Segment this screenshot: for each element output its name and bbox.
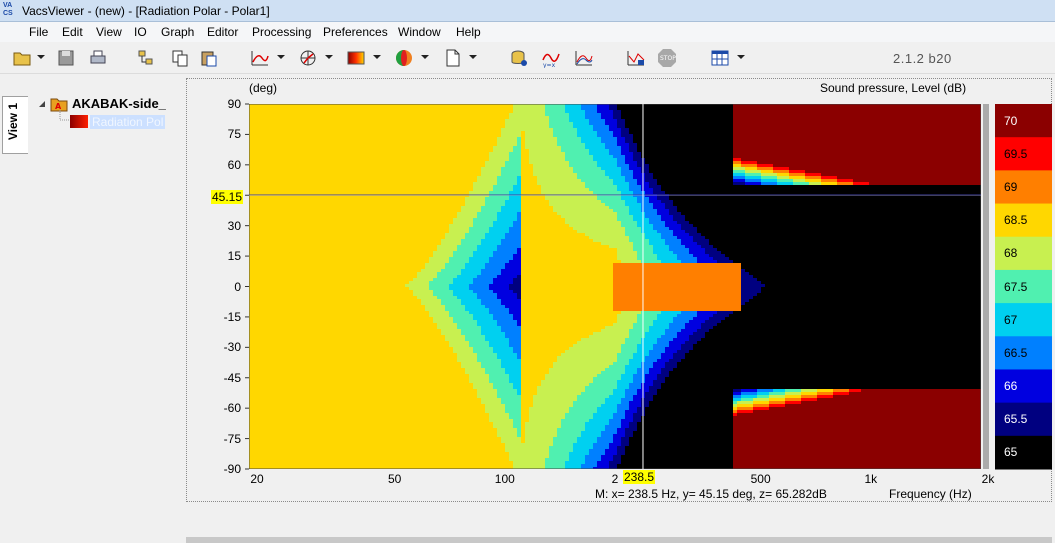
tree-child-item[interactable]: Radiation Pol	[90, 115, 166, 129]
menu-help[interactable]: Help	[456, 25, 481, 39]
menu-edit[interactable]: Edit	[62, 25, 83, 39]
menu-preferences[interactable]: Preferences	[323, 25, 388, 39]
toolbar: y=x STOP 2.1.2 b20	[0, 42, 1055, 74]
menu-io[interactable]: IO	[134, 25, 147, 39]
open-folder-icon[interactable]	[12, 48, 32, 68]
open-dropdown-icon[interactable]	[37, 55, 45, 59]
tab-view-1[interactable]: View 1	[2, 96, 28, 154]
window-layout-dropdown-icon[interactable]	[737, 55, 745, 59]
balloon-plot-dropdown-icon[interactable]	[421, 55, 429, 59]
collapse-triangle-icon[interactable]	[38, 100, 46, 108]
line-graph-icon[interactable]	[250, 48, 270, 68]
polar-graph-dropdown-icon[interactable]	[325, 55, 333, 59]
stop-icon[interactable]: STOP	[657, 48, 677, 68]
tab-view-1-label: View 1	[6, 103, 20, 140]
tree-view-icon[interactable]	[136, 48, 156, 68]
new-document-dropdown-icon[interactable]	[469, 55, 477, 59]
menu-bar: File Edit View IO Graph Editor Processin…	[0, 22, 1055, 42]
chart-panel	[186, 78, 1052, 502]
menu-window[interactable]: Window	[398, 25, 441, 39]
color-map-icon[interactable]	[346, 48, 366, 68]
app-logo-icon: VA CS	[3, 2, 19, 20]
compare-graph-icon[interactable]	[574, 48, 594, 68]
title-bar: VA CS VacsViewer - (new) - [Radiation Pol…	[0, 0, 1055, 22]
copy-icon[interactable]	[170, 48, 190, 68]
menu-editor[interactable]: Editor	[207, 25, 238, 39]
line-graph-dropdown-icon[interactable]	[277, 55, 285, 59]
menu-view[interactable]: View	[96, 25, 122, 39]
menu-processing[interactable]: Processing	[252, 25, 311, 39]
version-label: 2.1.2 b20	[893, 51, 952, 66]
window-layout-icon[interactable]	[710, 48, 730, 68]
save-icon[interactable]	[56, 48, 76, 68]
new-document-icon[interactable]	[443, 48, 463, 68]
tree-root-item[interactable]: AKABAK-side_	[72, 96, 166, 111]
radiation-polar-icon	[70, 115, 88, 128]
graph-export-icon[interactable]	[626, 48, 646, 68]
window-title: VacsViewer - (new) - [Radiation Polar - …	[22, 4, 270, 18]
color-map-dropdown-icon[interactable]	[373, 55, 381, 59]
paste-icon[interactable]	[199, 48, 219, 68]
project-tree: A AKABAK-side_ Radiation Pol	[30, 92, 180, 137]
function-graph-icon[interactable]: y=x	[541, 48, 561, 68]
menu-graph[interactable]: Graph	[161, 25, 194, 39]
print-icon[interactable]	[88, 48, 108, 68]
polar-graph-icon[interactable]	[298, 48, 318, 68]
database-icon[interactable]	[509, 48, 529, 68]
menu-file[interactable]: File	[29, 25, 48, 39]
balloon-plot-icon[interactable]	[394, 48, 414, 68]
